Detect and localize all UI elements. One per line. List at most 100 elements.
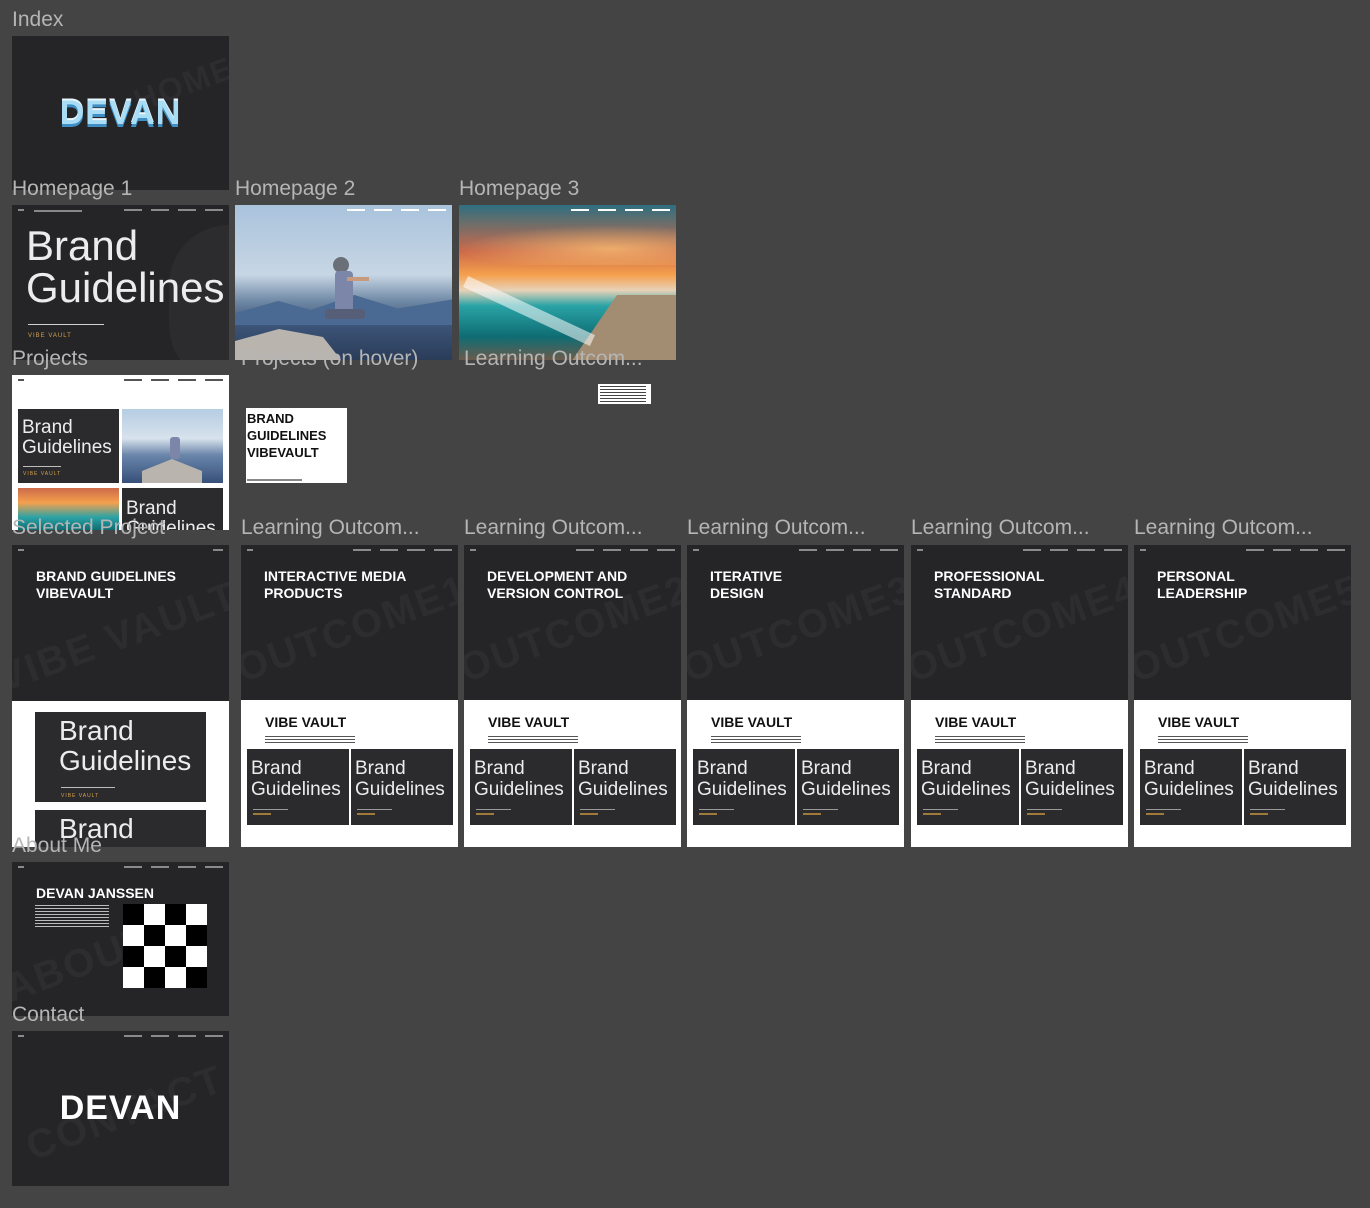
frame-label-learning-outcomes[interactable]: Learning Outcom...	[464, 347, 643, 371]
frame-index[interactable]: HOME DEVAN	[12, 36, 229, 190]
about-bio	[35, 905, 109, 927]
outcome-card-1[interactable]: Brand Guidelines	[247, 749, 349, 825]
frame-projects[interactable]: Brand Guidelines VIBE VAULT Brand Guidel…	[12, 375, 229, 530]
project-card-tag: VIBE VAULT	[23, 471, 62, 477]
card-tag-mark	[1250, 813, 1268, 815]
frame-homepage-1[interactable]: Brand Guidelines VIBE VAULT	[12, 205, 229, 360]
card-tag-mark	[803, 813, 821, 815]
top-nav	[124, 1035, 223, 1037]
card-title-line1: Brand	[474, 758, 525, 779]
card-title-line2: Guidelines	[697, 779, 787, 800]
divider	[23, 466, 61, 467]
frame-label-projects[interactable]: Projects	[12, 347, 88, 371]
outcome-heading-line1: DEVELOPMENT AND	[487, 568, 628, 584]
about-name: DEVAN JANSSEN	[36, 885, 154, 901]
frame-label-learning-outcome-3[interactable]: Learning Outcom...	[687, 516, 866, 540]
logo-mark	[18, 209, 24, 211]
frame-label-homepage-1[interactable]: Homepage 1	[12, 177, 132, 201]
outcome-card-1[interactable]: Brand Guidelines	[470, 749, 572, 825]
card-title-line1: Brand	[1248, 758, 1299, 779]
frame-label-contact[interactable]: Contact	[12, 1003, 84, 1027]
checker-cell	[123, 925, 144, 946]
gallery-title-line1: Brand	[59, 715, 134, 746]
card-title-line1: Brand	[697, 758, 748, 779]
checker-cell	[186, 967, 207, 988]
outcome-description	[935, 736, 1025, 743]
card-title-line1: Brand	[578, 758, 629, 779]
checker-cell	[144, 967, 165, 988]
outcome-card-2[interactable]: Brand Guidelines	[351, 749, 453, 825]
vv-title: VIBE VAULT	[935, 714, 1017, 730]
frame-contact[interactable]: CONTACT DEVAN	[12, 1031, 229, 1186]
frame-label-learning-outcome-4[interactable]: Learning Outcom...	[911, 516, 1090, 540]
outcome-content: VIBE VAULT Brand Guidelines Brand Guidel…	[911, 700, 1128, 847]
card-title-line2: Guidelines	[921, 779, 1011, 800]
outcome-card-1[interactable]: Brand Guidelines	[693, 749, 795, 825]
frame-label-learning-outcome-1[interactable]: Learning Outcom...	[241, 516, 420, 540]
frame-label-learning-outcome-2[interactable]: Learning Outcom...	[464, 516, 643, 540]
frame-learning-outcome-2[interactable]: OUTCOME2 DEVELOPMENT AND VERSION CONTROL…	[464, 545, 681, 847]
outcome-card-2[interactable]: Brand Guidelines	[1244, 749, 1346, 825]
frame-label-learning-outcome-5[interactable]: Learning Outcom...	[1134, 516, 1313, 540]
project-heading-line1: BRAND GUIDELINES	[36, 568, 177, 584]
logo-mark	[693, 549, 699, 551]
frame-label-selected-project[interactable]: Selected Project	[12, 516, 165, 540]
card-title-line2: Guidelines	[1025, 779, 1115, 800]
logo-mark	[917, 549, 923, 551]
outcome-card-1[interactable]: Brand Guidelines	[1140, 749, 1242, 825]
project-gallery: Brand Guidelines VIBE VAULT Brand	[12, 701, 229, 847]
top-nav	[571, 209, 670, 211]
hover-title-line2: GUIDELINES	[247, 428, 327, 443]
vv-title: VIBE VAULT	[488, 714, 570, 730]
close-link[interactable]	[213, 549, 223, 551]
project-card-brand-guidelines[interactable]: Brand Guidelines VIBE VAULT	[18, 409, 119, 483]
outcome-card-2[interactable]: Brand Guidelines	[574, 749, 676, 825]
outcome-content: VIBE VAULT Brand Guidelines Brand Guidel…	[1134, 700, 1351, 847]
card-tag-mark	[1027, 813, 1045, 815]
divider	[580, 809, 615, 810]
frame-homepage-3[interactable]	[459, 205, 676, 360]
frame-label-projects-hover[interactable]: Projects (on hover)	[241, 347, 418, 371]
hero-tagline: VIBE VAULT	[28, 333, 72, 339]
outcome-card-2[interactable]: Brand Guidelines	[1021, 749, 1123, 825]
gallery-image-1[interactable]: Brand Guidelines VIBE VAULT	[35, 712, 206, 802]
frame-learning-outcome-5[interactable]: OUTCOME5 PERSONAL LEADERSHIP VIBE VAULT …	[1134, 545, 1351, 847]
outcome-description	[265, 736, 355, 743]
outcome-card-1[interactable]: Brand Guidelines	[917, 749, 1019, 825]
outcome-card-2[interactable]: Brand Guidelines	[797, 749, 899, 825]
checker-cell	[165, 925, 186, 946]
frame-label-index[interactable]: Index	[12, 8, 63, 32]
card-tag-mark	[1146, 813, 1164, 815]
checker-cell	[186, 904, 207, 925]
project-card-title-line1: Brand	[22, 417, 73, 438]
gallery-title-line2: Guidelines	[59, 745, 192, 776]
frame-label-homepage-3[interactable]: Homepage 3	[459, 177, 579, 201]
outcome-heading-line2: PRODUCTS	[264, 585, 343, 601]
frame-projects-hover[interactable]: BRAND GUIDELINES VIBEVAULT	[246, 408, 347, 483]
checker-cell	[186, 925, 207, 946]
hover-title-line3: VIBEVAULT	[247, 445, 319, 460]
outcome-heading-line2: DESIGN	[710, 585, 764, 601]
frame-learning-outcomes-list[interactable]	[598, 384, 651, 404]
frame-about-me[interactable]: ABOUT DEVAN JANSSEN	[12, 862, 229, 1016]
hover-caption	[247, 479, 302, 481]
top-nav	[124, 209, 223, 211]
divider	[803, 809, 838, 810]
rock-outcrop	[142, 459, 202, 483]
frame-label-about-me[interactable]: About Me	[12, 834, 102, 858]
checker-cell	[165, 946, 186, 967]
frame-learning-outcome-1[interactable]: OUTCOME1 INTERACTIVE MEDIA PRODUCTS VIBE…	[241, 545, 458, 847]
gallery-tag: VIBE VAULT	[61, 793, 100, 799]
frame-learning-outcome-3[interactable]: OUTCOME3 ITERATIVE DESIGN VIBE VAULT Bra…	[687, 545, 904, 847]
frame-selected-project[interactable]: VIBE VAULT BRAND GUIDELINES VIBEVAULT Br…	[12, 545, 229, 847]
project-card-title-line2: Guidelines	[22, 437, 112, 458]
top-nav	[124, 866, 223, 868]
frame-label-homepage-2[interactable]: Homepage 2	[235, 177, 355, 201]
card-title-line2: Guidelines	[1248, 779, 1338, 800]
divider	[61, 787, 115, 788]
frame-homepage-2[interactable]	[235, 205, 452, 360]
sunset-clouds	[459, 225, 676, 265]
checker-cell	[123, 904, 144, 925]
frame-learning-outcome-4[interactable]: OUTCOME4 PROFESSIONAL STANDARD VIBE VAUL…	[911, 545, 1128, 847]
project-card-hiker[interactable]	[122, 409, 223, 483]
